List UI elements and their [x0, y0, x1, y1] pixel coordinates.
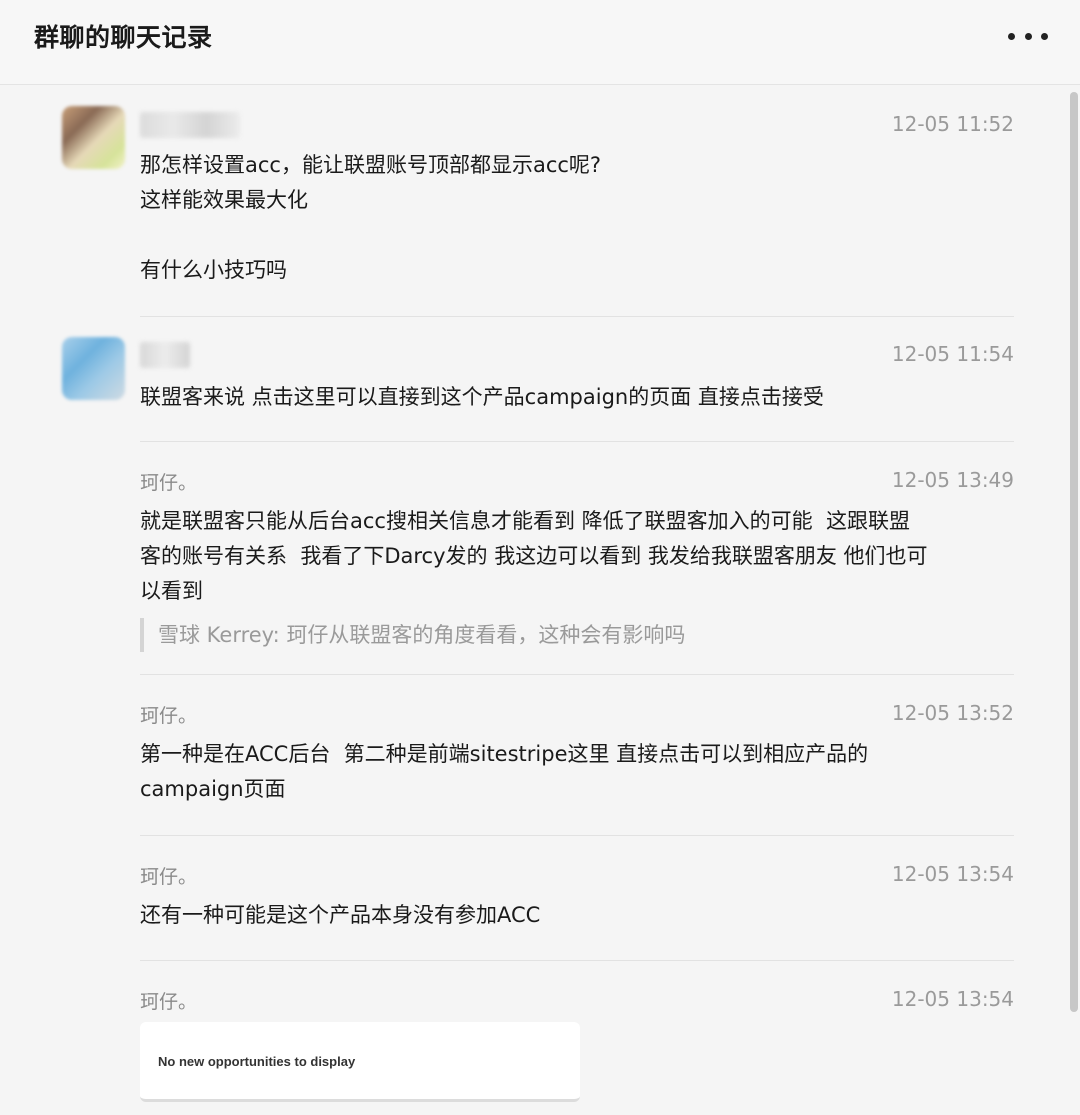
message-text: 那怎样设置acc，能让联盟账号顶部都显示acc呢? 这样能效果最大化 有什么小技…	[140, 153, 602, 282]
page-title: 群聊的聊天记录	[34, 23, 213, 52]
divider	[140, 316, 1014, 317]
message: 珂仔。 12-05 13:52 第一种是在ACC后台 第二种是前端sitestr…	[140, 701, 1014, 811]
message: 12-05 11:54 联盟客来说 点击这里可以直接到这个产品campaign的…	[140, 342, 1014, 422]
dot	[1024, 32, 1032, 40]
scrollbar[interactable]	[1070, 92, 1078, 1012]
message: 珂仔。 12-05 13:54	[140, 987, 1014, 1017]
message-sender: 珂仔。	[140, 866, 198, 888]
more-dots-icon[interactable]	[1008, 24, 1048, 48]
message-text: 就是联盟客只能从后台acc搜相关信息才能看到 降低了联盟客加入的可能 这跟联盟 …	[140, 509, 928, 603]
image-attachment[interactable]: No new opportunities to display	[140, 1022, 580, 1102]
dot	[1041, 32, 1048, 40]
message-text: 还有一种可能是这个产品本身没有参加ACC	[140, 903, 541, 927]
message: 12-05 11:52 那怎样设置acc，能让联盟账号顶部都显示acc呢? 这样…	[140, 112, 1014, 292]
message-time: 12-05 11:52	[891, 112, 1014, 136]
message-sender: 珂仔。	[140, 991, 198, 1013]
divider	[140, 960, 1014, 961]
message-text: 第一种是在ACC后台 第二种是前端sitestripe这里 直接点击可以到相应产…	[140, 742, 869, 801]
message-time: 12-05 13:54	[891, 987, 1014, 1011]
message-time: 12-05 13:49	[891, 468, 1014, 492]
avatar[interactable]	[62, 106, 125, 169]
message-sender: 珂仔。	[140, 472, 198, 494]
message-time: 12-05 13:52	[891, 701, 1014, 725]
message-text: 联盟客来说 点击这里可以直接到这个产品campaign的页面 直接点击接受	[140, 385, 824, 409]
divider	[140, 441, 1014, 442]
quoted-message[interactable]: 雪球 Kerrey: 珂仔从联盟客的角度看看，这种会有影响吗	[140, 618, 1014, 652]
message-time: 12-05 13:54	[891, 862, 1014, 886]
avatar[interactable]	[62, 337, 125, 400]
divider	[140, 674, 1014, 675]
attachment-caption: No new opportunities to display	[158, 1054, 356, 1069]
divider	[140, 835, 1014, 836]
message-time: 12-05 11:54	[891, 342, 1014, 366]
message-sender: 珂仔。	[140, 705, 198, 727]
chat-history-header: 群聊的聊天记录	[0, 0, 1080, 85]
message: 珂仔。 12-05 13:54 还有一种可能是这个产品本身没有参加ACC	[140, 862, 1014, 937]
message: 珂仔。 12-05 13:49 就是联盟客只能从后台acc搜相关信息才能看到 降…	[140, 468, 1014, 658]
dot	[1008, 32, 1015, 40]
